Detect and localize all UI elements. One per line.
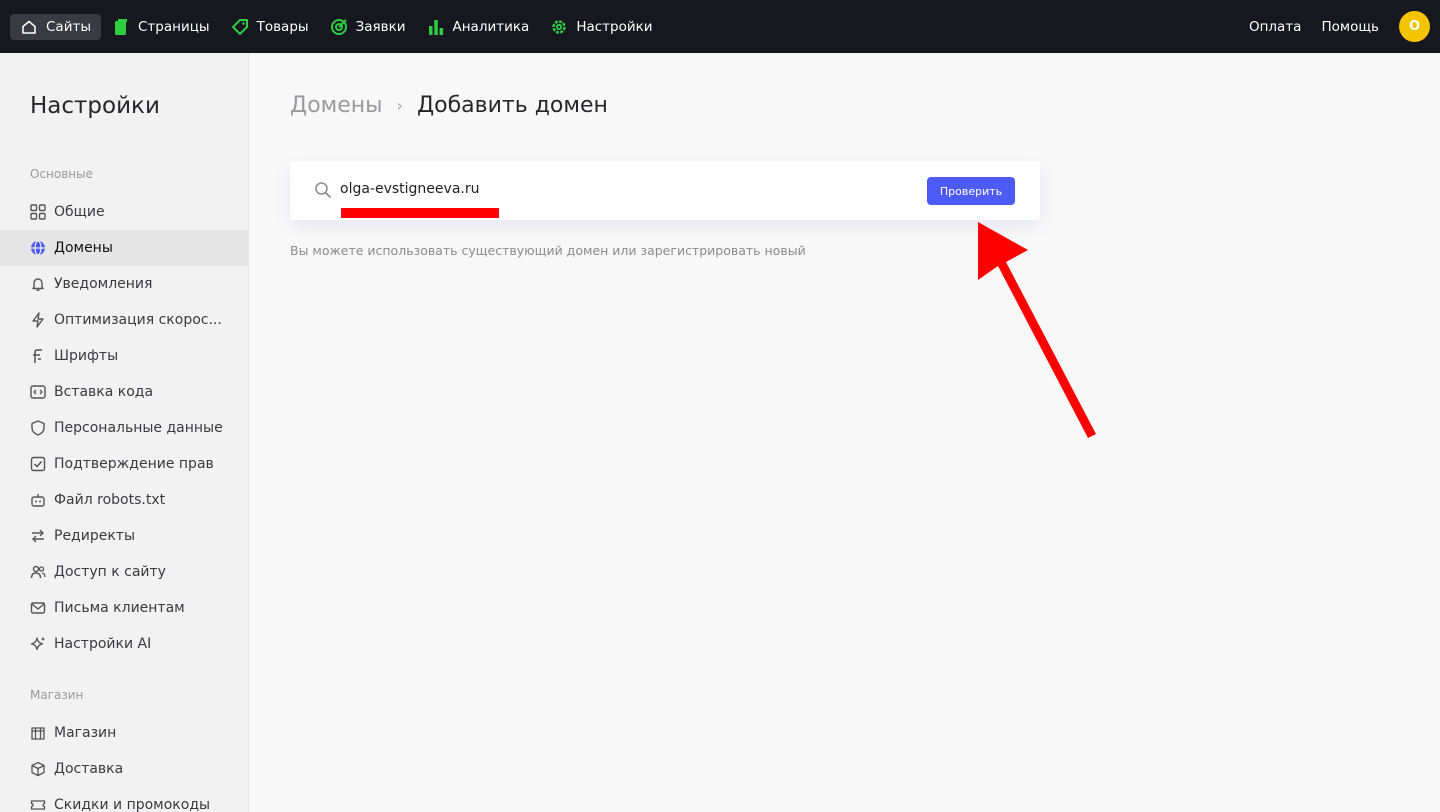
- sidebar-item-redirects[interactable]: Редиректы: [0, 518, 248, 554]
- arrows-icon: [30, 528, 46, 544]
- sidebar-item-label: Файл robots.txt: [54, 492, 166, 508]
- sidebar-item-ai[interactable]: Настройки AI: [0, 626, 248, 662]
- nav-item-settings[interactable]: Настройки: [540, 14, 662, 40]
- sidebar-item-label: Подтверждение прав: [54, 456, 214, 472]
- nav-label: Сайты: [46, 18, 91, 35]
- nav-item-products[interactable]: Товары: [221, 14, 319, 40]
- sidebar-item-label: Магазин: [54, 725, 117, 741]
- users-icon: [30, 564, 46, 580]
- sidebar-item-label: Общие: [54, 204, 105, 220]
- avatar[interactable]: O: [1399, 11, 1430, 42]
- sidebar-item-discounts[interactable]: Скидки и промокоды: [0, 787, 248, 812]
- sidebar-item-label: Персональные данные: [54, 420, 223, 436]
- bar-chart-icon: [427, 18, 445, 36]
- mail-icon: [30, 600, 46, 616]
- sidebar-item-speed[interactable]: Оптимизация скорос...: [0, 302, 248, 338]
- breadcrumb-parent-link[interactable]: Домены: [290, 93, 383, 118]
- help-link[interactable]: Помощь: [1321, 19, 1379, 35]
- pages-icon: [112, 18, 130, 36]
- sparkle-icon: [30, 636, 46, 652]
- sidebar-item-label: Редиректы: [54, 528, 135, 544]
- section-label-shop: Магазин: [30, 688, 84, 702]
- nav-label: Товары: [256, 18, 309, 35]
- box-icon: [30, 761, 46, 777]
- sidebar-item-label: Уведомления: [54, 276, 153, 292]
- sidebar-item-notifications[interactable]: Уведомления: [0, 266, 248, 302]
- annotation-underline: [341, 208, 499, 218]
- nav-right: Оплата Помощь O: [1249, 11, 1440, 42]
- main-nav: Сайты Страницы Товары Заявки Аналитика Н…: [0, 0, 664, 53]
- sidebar-item-label: Доставка: [54, 761, 124, 777]
- globe-icon: [30, 240, 46, 256]
- sidebar-item-label: Настройки AI: [54, 636, 152, 652]
- lightning-icon: [30, 312, 46, 328]
- domain-hint: Вы можете использовать существующий доме…: [290, 243, 806, 258]
- sidebar-item-label: Вставка кода: [54, 384, 154, 400]
- nav-label: Страницы: [138, 18, 210, 35]
- home-icon: [20, 18, 38, 36]
- sidebar-item-code[interactable]: Вставка кода: [0, 374, 248, 410]
- payment-link[interactable]: Оплата: [1249, 19, 1302, 35]
- sidebar-item-label: Скидки и промокоды: [54, 797, 211, 812]
- nav-label: Заявки: [355, 18, 406, 35]
- domain-input[interactable]: olga-evstigneeva.ru: [340, 181, 479, 197]
- sidebar-title: Настройки: [30, 93, 160, 119]
- nav-item-requests[interactable]: Заявки: [320, 14, 416, 40]
- nav-item-analytics[interactable]: Аналитика: [417, 14, 540, 40]
- top-navigation-bar: Сайты Страницы Товары Заявки Аналитика Н…: [0, 0, 1440, 53]
- ticket-icon: [30, 797, 46, 812]
- sidebar-item-access[interactable]: Доступ к сайту: [0, 554, 248, 590]
- checkbox-icon: [30, 456, 46, 472]
- settings-sidebar: Настройки Основные Общие Домены Уведомле…: [0, 53, 249, 812]
- breadcrumb: Домены › Добавить домен: [290, 93, 608, 118]
- gear-icon: [550, 18, 568, 36]
- nav-item-pages[interactable]: Страницы: [102, 14, 220, 40]
- tag-icon: [231, 18, 249, 36]
- shield-icon: [30, 420, 46, 436]
- sidebar-item-fonts[interactable]: Шрифты: [0, 338, 248, 374]
- sidebar-item-delivery[interactable]: Доставка: [0, 751, 248, 787]
- nav-item-sites[interactable]: Сайты: [10, 13, 101, 40]
- sidebar-item-label: Доступ к сайту: [54, 564, 166, 580]
- sidebar-item-label: Шрифты: [54, 348, 119, 364]
- target-icon: [330, 18, 348, 36]
- sidebar-item-domains[interactable]: Домены: [0, 230, 248, 266]
- sidebar-item-robots[interactable]: Файл robots.txt: [0, 482, 248, 518]
- robot-icon: [30, 492, 46, 508]
- store-icon: [30, 725, 46, 741]
- section-label-main: Основные: [30, 167, 94, 181]
- chevron-right-icon: ›: [396, 96, 403, 115]
- nav-label: Настройки: [576, 18, 653, 35]
- font-icon: [30, 348, 46, 364]
- sidebar-item-label: Оптимизация скорос...: [54, 312, 222, 328]
- bell-icon: [30, 276, 46, 292]
- sidebar-item-label: Письма клиентам: [54, 600, 185, 616]
- search-icon: [314, 181, 332, 199]
- nav-label: Аналитика: [452, 18, 530, 35]
- sidebar-item-shop[interactable]: Магазин: [0, 715, 248, 751]
- sidebar-item-label: Домены: [54, 240, 113, 256]
- annotation-arrow: [978, 222, 1096, 438]
- sidebar-item-ownership[interactable]: Подтверждение прав: [0, 446, 248, 482]
- page-title: Добавить домен: [416, 93, 608, 118]
- check-button[interactable]: Проверить: [927, 177, 1015, 205]
- code-icon: [30, 384, 46, 400]
- grid-icon: [30, 204, 46, 220]
- sidebar-item-personal-data[interactable]: Персональные данные: [0, 410, 248, 446]
- sidebar-item-general[interactable]: Общие: [0, 194, 248, 230]
- sidebar-item-emails[interactable]: Письма клиентам: [0, 590, 248, 626]
